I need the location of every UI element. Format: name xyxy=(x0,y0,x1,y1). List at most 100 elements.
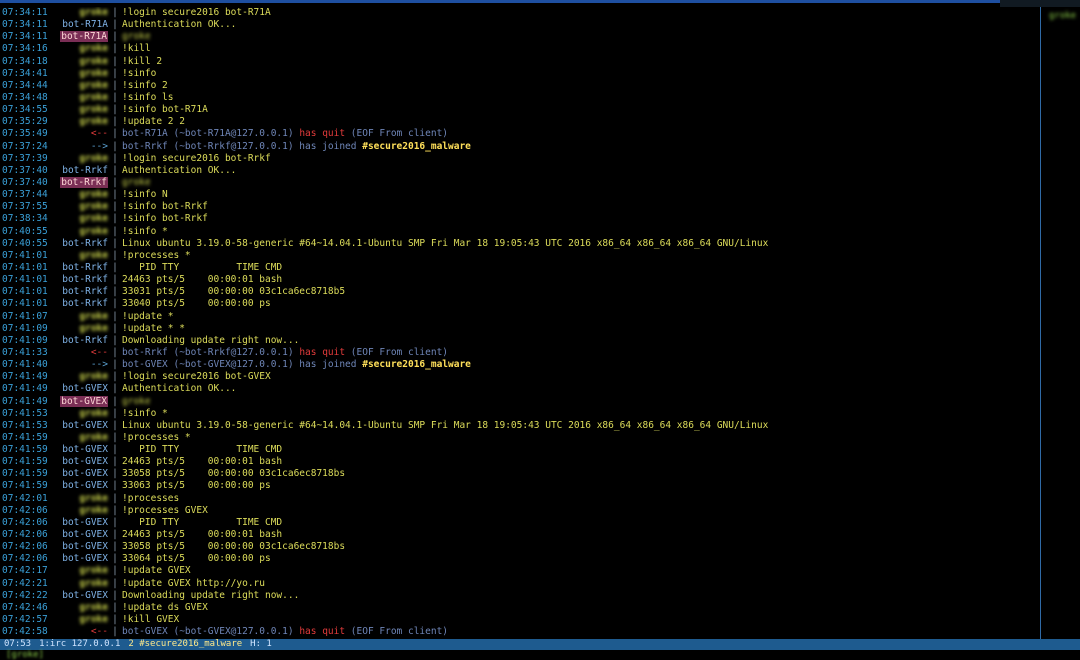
log-separator: | xyxy=(112,614,118,626)
log-separator: | xyxy=(112,176,118,188)
log-nick[interactable]: bot-Rrkf xyxy=(54,286,108,298)
log-message: !sinfo bot-Rrkf xyxy=(122,201,208,213)
log-timestamp: 07:41:49 xyxy=(2,371,48,383)
log-nick[interactable]: bot-GVEX xyxy=(54,553,108,565)
join-channel[interactable]: #secure2016_malware xyxy=(362,359,471,370)
log-nick[interactable]: groke xyxy=(54,493,108,505)
log-timestamp: 07:35:49 xyxy=(2,128,48,140)
log-message: !update * * xyxy=(122,322,185,334)
log-nick[interactable]: groke xyxy=(54,250,108,262)
log-message: 33058 pts/5 00:00:00 03c1ca6ec8718bs xyxy=(122,541,346,553)
log-nick[interactable]: groke xyxy=(54,614,108,626)
log-nick[interactable]: bot-Rrkf xyxy=(54,335,108,347)
log-nick[interactable]: --> xyxy=(54,359,108,371)
log-message: !sinfo bot-R71A xyxy=(122,104,208,116)
log-timestamp: 07:40:55 xyxy=(2,237,48,249)
log-line: 07:42:46 groke | !update ds GVEX xyxy=(0,602,1040,614)
log-timestamp: 07:42:58 xyxy=(2,626,48,638)
log-nick[interactable]: bot-GVEX xyxy=(54,541,108,553)
log-nick[interactable]: bot-Rrkf xyxy=(54,165,108,177)
log-nick[interactable]: groke xyxy=(54,80,108,92)
log-message: !sinfo xyxy=(122,67,157,79)
log-nick[interactable]: groke xyxy=(54,226,108,238)
log-line: 07:42:06 bot-GVEX | PID TTY TIME CMD xyxy=(0,517,1040,529)
log-message: bot-GVEX (~bot-GVEX@127.0.0.1) has joine… xyxy=(122,359,1040,371)
log-separator: | xyxy=(112,31,118,43)
log-nick[interactable]: bot-GVEX xyxy=(54,383,108,395)
join-channel[interactable]: #secure2016_malware xyxy=(362,141,471,152)
log-nick[interactable]: groke xyxy=(54,578,108,590)
log-timestamp: 07:41:01 xyxy=(2,286,48,298)
log-nick[interactable]: groke xyxy=(54,505,108,517)
log-timestamp: 07:37:40 xyxy=(2,176,48,188)
status-channel-window[interactable]: 2 #secure2016_malware xyxy=(128,639,250,650)
log-nick[interactable]: bot-GVEX xyxy=(54,529,108,541)
log-nick[interactable]: bot-Rrkf xyxy=(54,274,108,286)
log-nick[interactable]: bot-GVEX xyxy=(54,590,108,602)
log-nick[interactable]: bot-Rrkf xyxy=(54,262,108,274)
log-nick[interactable]: groke xyxy=(54,602,108,614)
log-nick[interactable]: groke xyxy=(54,201,108,213)
log-nick[interactable]: bot-GVEX xyxy=(54,468,108,480)
log-timestamp: 07:35:29 xyxy=(2,116,48,128)
log-nick[interactable]: groke xyxy=(54,189,108,201)
log-nick[interactable]: groke xyxy=(54,7,108,19)
log-nick[interactable]: bot-R71A xyxy=(54,19,108,31)
log-nick[interactable]: <-- xyxy=(54,347,108,359)
log-nick[interactable]: groke xyxy=(54,56,108,68)
log-timestamp: 07:41:33 xyxy=(2,346,48,358)
log-nick[interactable]: bot-GVEX xyxy=(54,517,108,529)
quit-user: bot-GVEX (~bot-GVEX@127.0.0.1) xyxy=(122,626,300,638)
log-nick[interactable]: groke xyxy=(54,213,108,225)
input-prompt: [groke] xyxy=(6,650,44,660)
log-timestamp: 07:41:59 xyxy=(2,444,48,456)
log-nick-highlight: bot-GVEX xyxy=(60,395,108,407)
log-timestamp: 07:41:59 xyxy=(2,468,48,480)
log-nick[interactable]: groke xyxy=(54,153,108,165)
log-nick[interactable]: bot-R71A xyxy=(54,31,108,43)
log-message: 33031 pts/5 00:00:00 03c1ca6ec8718b5 xyxy=(122,286,346,298)
log-nick[interactable]: <-- xyxy=(54,128,108,140)
log-timestamp: 07:41:49 xyxy=(2,395,48,407)
log-separator: | xyxy=(112,577,118,589)
log-nick[interactable]: groke xyxy=(54,565,108,577)
log-nick[interactable]: groke xyxy=(54,116,108,128)
log-nick[interactable]: groke xyxy=(54,371,108,383)
log-nick[interactable]: groke xyxy=(54,43,108,55)
log-separator: | xyxy=(112,128,118,140)
log-nick[interactable]: groke xyxy=(54,432,108,444)
log-line: 07:37:40 bot-Rrkf | Authentication OK... xyxy=(0,165,1040,177)
log-timestamp: 07:41:59 xyxy=(2,431,48,443)
chat-log[interactable]: 07:34:11 groke | !login secure2016 bot-R71A… xyxy=(0,7,1040,639)
log-nick[interactable]: <-- xyxy=(54,626,108,638)
status-server-window[interactable]: 1:irc 127.0.0.1 xyxy=(39,639,128,650)
nicklist-entry[interactable]: groke xyxy=(1041,7,1080,21)
log-nick[interactable]: groke xyxy=(54,68,108,80)
log-message: 33040 pts/5 00:00:00 ps xyxy=(122,298,271,310)
log-message: PID TTY TIME CMD xyxy=(122,261,283,273)
log-nick[interactable]: --> xyxy=(54,141,108,153)
log-nick[interactable]: bot-GVEX xyxy=(54,420,108,432)
log-nick[interactable]: groke xyxy=(54,323,108,335)
log-timestamp: 07:42:17 xyxy=(2,565,48,577)
log-nick[interactable]: bot-Rrkf xyxy=(54,298,108,310)
log-nick[interactable]: bot-GVEX xyxy=(54,480,108,492)
log-timestamp: 07:34:48 xyxy=(2,91,48,103)
log-nick[interactable]: bot-Rrkf xyxy=(54,176,108,189)
log-nick[interactable]: groke xyxy=(54,104,108,116)
log-nick[interactable]: groke xyxy=(54,311,108,323)
log-nick[interactable]: bot-GVEX xyxy=(54,456,108,468)
log-timestamp: 07:37:55 xyxy=(2,201,48,213)
log-nick[interactable]: bot-GVEX xyxy=(54,395,108,408)
log-nick[interactable]: bot-Rrkf xyxy=(54,238,108,250)
quit-text: has quit xyxy=(299,128,346,140)
log-timestamp: 07:34:55 xyxy=(2,104,48,116)
input-line[interactable]: [groke] xyxy=(0,650,1080,660)
log-timestamp: 07:41:49 xyxy=(2,383,48,395)
log-nick[interactable]: bot-GVEX xyxy=(54,444,108,456)
log-nick[interactable]: groke xyxy=(54,408,108,420)
nick-list[interactable]: groke xyxy=(1040,7,1080,639)
log-line: 07:40:55 bot-Rrkf | Linux ubuntu 3.19.0-58-… xyxy=(0,238,1040,250)
log-nick[interactable]: groke xyxy=(54,92,108,104)
log-separator: | xyxy=(112,213,118,225)
